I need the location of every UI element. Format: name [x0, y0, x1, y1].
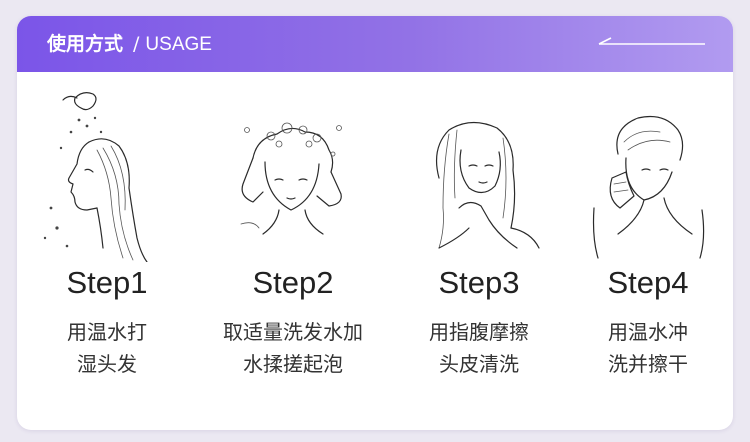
scalp-massage-illustration: [436, 121, 540, 249]
step-1-label: Step1: [66, 265, 148, 300]
step-1-description: 用温水打 湿头发: [21, 316, 193, 380]
step-4-desc-line1: 用温水冲: [608, 320, 688, 344]
step-4: Step4 用温水冲 洗并擦干: [562, 88, 733, 376]
step-3-description: 用指腹摩擦 头皮清洗: [393, 316, 565, 380]
step-2-desc-line1: 取适量洗发水加: [223, 320, 363, 344]
title-chinese: 使用方式: [47, 33, 124, 55]
header-title: 使用方式 / USAGE: [47, 30, 212, 58]
step-2-description: 取适量洗发水加 水揉搓起泡: [207, 316, 379, 380]
title-english: USAGE: [145, 34, 212, 55]
step-4-desc-line2: 洗并擦干: [608, 352, 688, 376]
usage-card: 使用方式 / USAGE Step1 用温水打 湿头发 Step2 取适量洗发水…: [17, 16, 733, 430]
lather-shampoo-illustration: [240, 122, 342, 235]
step-2: Step2 取适量洗发水加 水揉搓起泡: [207, 88, 379, 376]
usage-header: 使用方式 / USAGE: [17, 16, 733, 72]
step-2-label: Step2: [252, 265, 334, 300]
step-1: Step1 用温水打 湿头发: [21, 88, 193, 376]
step-3-desc-line1: 用指腹摩擦: [429, 320, 529, 344]
step-4-label: Step4: [607, 265, 689, 300]
step-1-desc-line2: 湿头发: [77, 352, 137, 376]
title-separator: /: [133, 33, 140, 55]
shower-wet-hair-illustration: [43, 92, 148, 262]
step-3-label: Step3: [438, 265, 520, 300]
step-4-description: 用温水冲 洗并擦干: [562, 316, 733, 380]
step-3-desc-line2: 头皮清洗: [439, 352, 519, 376]
rinse-dry-illustration: [592, 115, 705, 259]
step-1-desc-line1: 用温水打: [67, 320, 147, 344]
step-2-desc-line2: 水揉搓起泡: [243, 352, 343, 376]
step-3: Step3 用指腹摩擦 头皮清洗: [393, 88, 565, 376]
decorative-line-icon: [598, 37, 705, 45]
